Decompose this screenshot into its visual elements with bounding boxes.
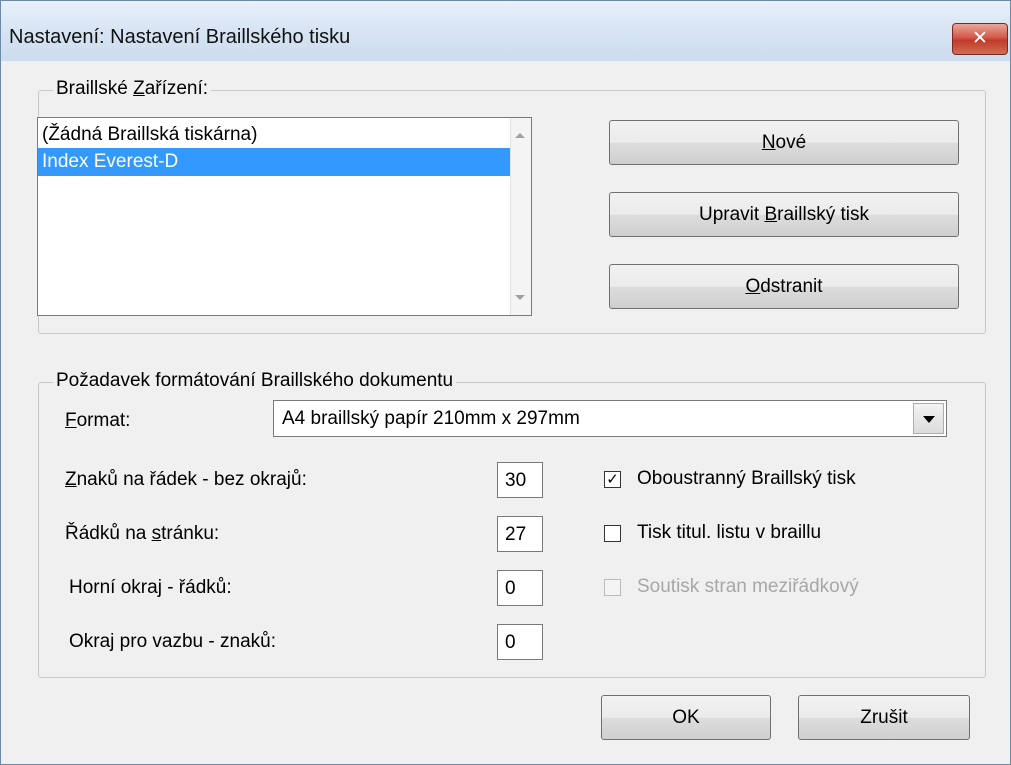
format-group-label: Požadavek formátování Braillského dokume…	[53, 370, 457, 392]
duplex-label[interactable]: Oboustranný Braillský tisk	[637, 468, 856, 490]
dialog-body: Braillské Zařízení: (Žádná Braillská tis…	[11, 61, 999, 761]
top-margin-label: Horní okraj - řádků:	[69, 577, 232, 598]
title-page-checkbox[interactable]	[604, 525, 621, 542]
binding-margin-input[interactable]: 0	[497, 624, 543, 660]
close-icon: ✕	[972, 28, 988, 49]
lines-per-page-input[interactable]: 27	[497, 516, 543, 552]
chevron-down-icon	[923, 416, 935, 423]
close-button[interactable]: ✕	[952, 23, 1008, 55]
braille-printer-list[interactable]: (Žádná Braillská tiskárna) Index Everest…	[37, 117, 532, 316]
chars-per-line-label: Znaků na řádek - bez okrajů:	[65, 469, 307, 490]
binding-margin-label: Okraj pro vazbu - znaků:	[69, 631, 276, 652]
new-button[interactable]: Nové	[609, 120, 959, 165]
title-bar[interactable]: Nastavení: Nastavení Braillského tisku ✕	[1, 1, 1010, 61]
list-scrollbar[interactable]	[510, 118, 531, 315]
checkmark-icon: ✓	[606, 471, 619, 488]
list-item[interactable]: (Žádná Braillská tiskárna)	[38, 121, 528, 149]
list-item-selected[interactable]: Index Everest-D	[38, 148, 528, 176]
format-select-value: A4 braillský papír 210mm x 297mm	[282, 408, 580, 429]
lines-per-page-label: Řádků na stránku:	[65, 523, 220, 544]
remove-button[interactable]: Odstranit	[609, 264, 959, 309]
format-dropdown-button[interactable]	[913, 403, 944, 434]
duplex-checkbox[interactable]: ✓	[604, 471, 621, 488]
format-label: Format:	[65, 410, 131, 431]
window-title: Nastavení: Nastavení Braillského tisku	[9, 26, 351, 48]
top-margin-input[interactable]: 0	[497, 570, 543, 606]
ok-button[interactable]: OK	[601, 695, 771, 740]
braille-device-group-label: Braillské Zařízení:	[53, 78, 212, 100]
chars-per-line-input[interactable]: 30	[497, 462, 543, 498]
edit-braille-button[interactable]: Upravit Braillský tisk	[609, 192, 959, 237]
scroll-up-icon[interactable]	[515, 133, 525, 138]
format-select[interactable]: A4 braillský papír 210mm x 297mm	[273, 400, 947, 437]
interline-checkbox	[604, 579, 621, 596]
title-page-label[interactable]: Tisk titul. listu v braillu	[637, 522, 821, 544]
interline-label: Soutisk stran meziřádkový	[637, 576, 859, 597]
cancel-button[interactable]: Zrušit	[798, 695, 970, 740]
scroll-down-icon[interactable]	[515, 295, 525, 300]
settings-dialog: Nastavení: Nastavení Braillského tisku ✕…	[0, 0, 1011, 765]
